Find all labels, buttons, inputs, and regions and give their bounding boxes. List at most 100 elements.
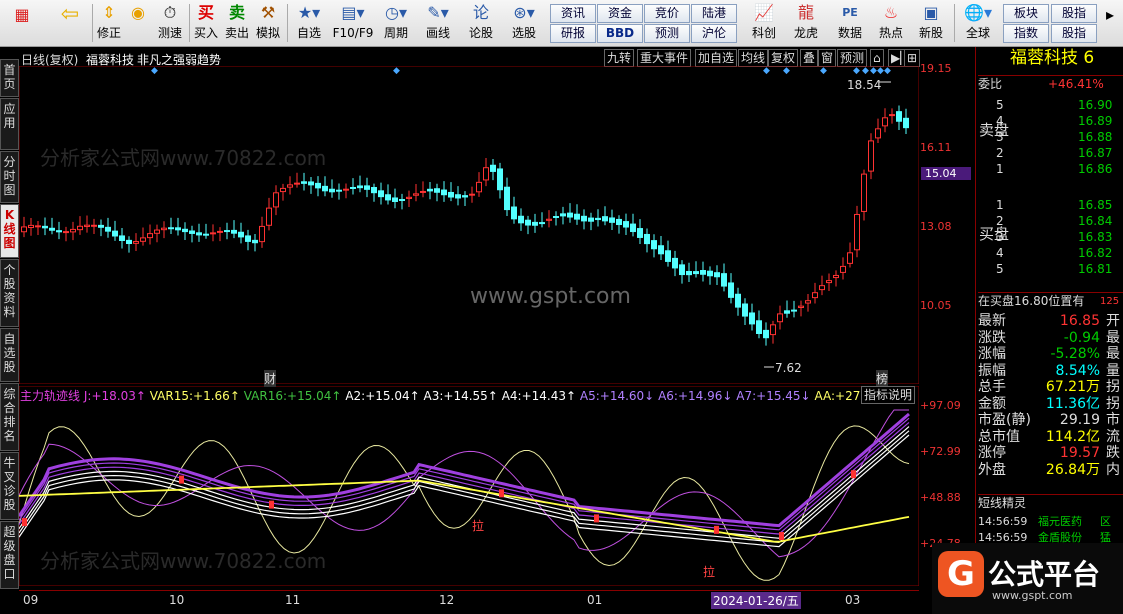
sell-level-2[interactable]: 2 16.87 (978, 145, 1123, 162)
indicator-explain-button[interactable]: 指标说明 (861, 386, 916, 404)
nine-turn-button[interactable]: 九转 (604, 49, 635, 67)
candle (154, 229, 160, 234)
simulate-button[interactable]: ⚒ 模拟 (253, 2, 283, 42)
back-button[interactable]: ⇦ (52, 4, 88, 26)
buy-level-1[interactable]: 1 16.85 (978, 197, 1123, 214)
select-icon: ⊛▾ (513, 3, 535, 22)
candle (707, 270, 713, 277)
buy-level-5[interactable]: 5 16.81 (978, 261, 1123, 278)
index-button[interactable]: 指数 (1003, 24, 1049, 43)
tab-ranking[interactable]: 综合排名 (0, 383, 19, 451)
adjust-button[interactable]: 复权 (768, 49, 799, 67)
f10-button[interactable]: ▤▾ F10/F9 (331, 2, 375, 42)
new-stock-button[interactable]: ▣ 新股 (912, 2, 950, 42)
candle (546, 218, 552, 221)
indicator-line (19, 412, 910, 528)
la-mark: 拉 (472, 519, 485, 533)
sell-level-3[interactable]: 3 16.88 (978, 129, 1123, 146)
dragon-tiger-button[interactable]: 龍龙虎 (786, 2, 826, 42)
fix-button[interactable]: ⇕ 修正 (94, 2, 124, 42)
research-button[interactable]: 研报 (550, 24, 596, 43)
tab-watchlist[interactable]: 自选股 (0, 328, 19, 382)
chevron-down-icon: ▸ (1105, 5, 1115, 24)
data-button[interactable]: PE 数据 (830, 2, 870, 42)
window-button[interactable]: 窗 (818, 49, 837, 67)
financial-marker[interactable]: 财 (264, 370, 277, 387)
candle (161, 227, 167, 231)
tab-minute-chart[interactable]: 分时图 (0, 151, 19, 203)
draw-line-button[interactable]: ✎▾ 画线 (419, 2, 457, 42)
global-button[interactable]: 🌐▾ 全球 (957, 2, 999, 42)
candle (770, 324, 776, 336)
candle (63, 231, 69, 234)
candle (630, 223, 636, 233)
candle (371, 187, 377, 194)
rank-marker[interactable]: 榜 (876, 370, 889, 387)
candle (182, 228, 188, 233)
funds-button[interactable]: 资金 (597, 4, 643, 23)
sector-button[interactable]: 板块 (1003, 4, 1049, 23)
buy-signal-arrow (499, 489, 504, 498)
candle (763, 329, 769, 339)
candle (665, 250, 671, 262)
buy-level-4[interactable]: 4 16.82 (978, 245, 1123, 262)
auction-button[interactable]: 竞价 (644, 4, 690, 23)
date-tick: 11 (285, 593, 301, 607)
buy-button[interactable]: 买买入 (191, 2, 221, 42)
overlay-button[interactable]: 叠 (800, 49, 819, 67)
tab-super-level[interactable]: 超级盘口 (0, 521, 19, 589)
hk-connect-button[interactable]: 陆港 (691, 4, 737, 23)
candle (609, 217, 615, 223)
forum-button[interactable]: 论论股 (462, 2, 500, 42)
refresh-button[interactable]: ◉ (124, 2, 152, 24)
major-events-button[interactable]: 重大事件 (637, 49, 692, 67)
event-diamond: ◆ (820, 66, 827, 76)
tab-diagnosis[interactable]: 牛叉诊股 (0, 452, 19, 520)
forecast-chart-button[interactable]: 预测 (837, 49, 868, 67)
candle (364, 185, 370, 190)
tab-home[interactable]: 首页 (0, 59, 19, 97)
ma-button[interactable]: 均线 (738, 49, 769, 67)
index-futures-button[interactable]: 股指 (1051, 4, 1097, 23)
candle (98, 224, 104, 228)
hotspot-button[interactable]: ♨ 热点 (872, 2, 910, 42)
candle (896, 111, 902, 122)
more-button[interactable]: ▸ (1100, 4, 1120, 26)
lock-icon[interactable]: ⌂ (870, 49, 884, 67)
buy-level-2[interactable]: 2 16.84 (978, 213, 1123, 230)
ind-tick: +72.99 (920, 445, 961, 458)
windows-button[interactable]: ▦ (4, 4, 40, 26)
stock-select-button[interactable]: ⊛▾ 选股 (502, 2, 546, 42)
sell-level-5[interactable]: 5 16.90 (978, 97, 1123, 114)
kline-chart[interactable]: ◆ ◆ ◆ ◆ ◆ ◆ ◆ ◆ ◆ ◆ (19, 66, 919, 384)
stat-row: 涨跌 -0.94 最 (978, 329, 1120, 346)
date-tick: 09 (23, 593, 39, 607)
grid-icon[interactable]: ⊞ (904, 49, 921, 67)
period-button[interactable]: ◷▾ 周期 (377, 2, 415, 42)
pe-icon: PE (842, 6, 858, 19)
event-diamond: ◆ (853, 66, 860, 76)
bbd-button[interactable]: BBD (597, 24, 643, 43)
tab-kline-chart[interactable]: K线图 (0, 204, 19, 258)
speedtest-button[interactable]: ⏱ 测速 (153, 2, 187, 42)
forecast-button[interactable]: 预测 (644, 24, 690, 43)
watchlist-button[interactable]: ★▾ 自选 (290, 2, 328, 42)
short-row[interactable]: 14:56:59 福元医药区 (978, 513, 1123, 530)
candle (168, 227, 174, 230)
sell-level-1[interactable]: 1 16.86 (978, 161, 1123, 178)
sh-london-button[interactable]: 沪伦 (691, 24, 737, 43)
index-futures-button-2[interactable]: 股指 (1051, 24, 1097, 43)
star-market-button[interactable]: 📈 科创 (744, 2, 784, 42)
center-watermark: www.gspt.com (470, 284, 631, 309)
candle (686, 270, 692, 276)
sell-level-4[interactable]: 4 16.89 (978, 113, 1123, 130)
indicator-chart[interactable] (19, 386, 919, 586)
news-button[interactable]: 资讯 (550, 4, 596, 23)
tab-apps[interactable]: 应用 (0, 98, 19, 150)
f10-icon: ▤▾ (341, 3, 365, 22)
tab-stock-profile[interactable]: 个股资料 (0, 259, 19, 327)
stat-row: 总手 67.21万拐 (978, 379, 1120, 395)
sell-button[interactable]: 卖卖出 (222, 2, 252, 42)
buy-level-3[interactable]: 3 16.83 (978, 229, 1123, 246)
add-watchlist-button[interactable]: 加自选 (695, 49, 738, 67)
